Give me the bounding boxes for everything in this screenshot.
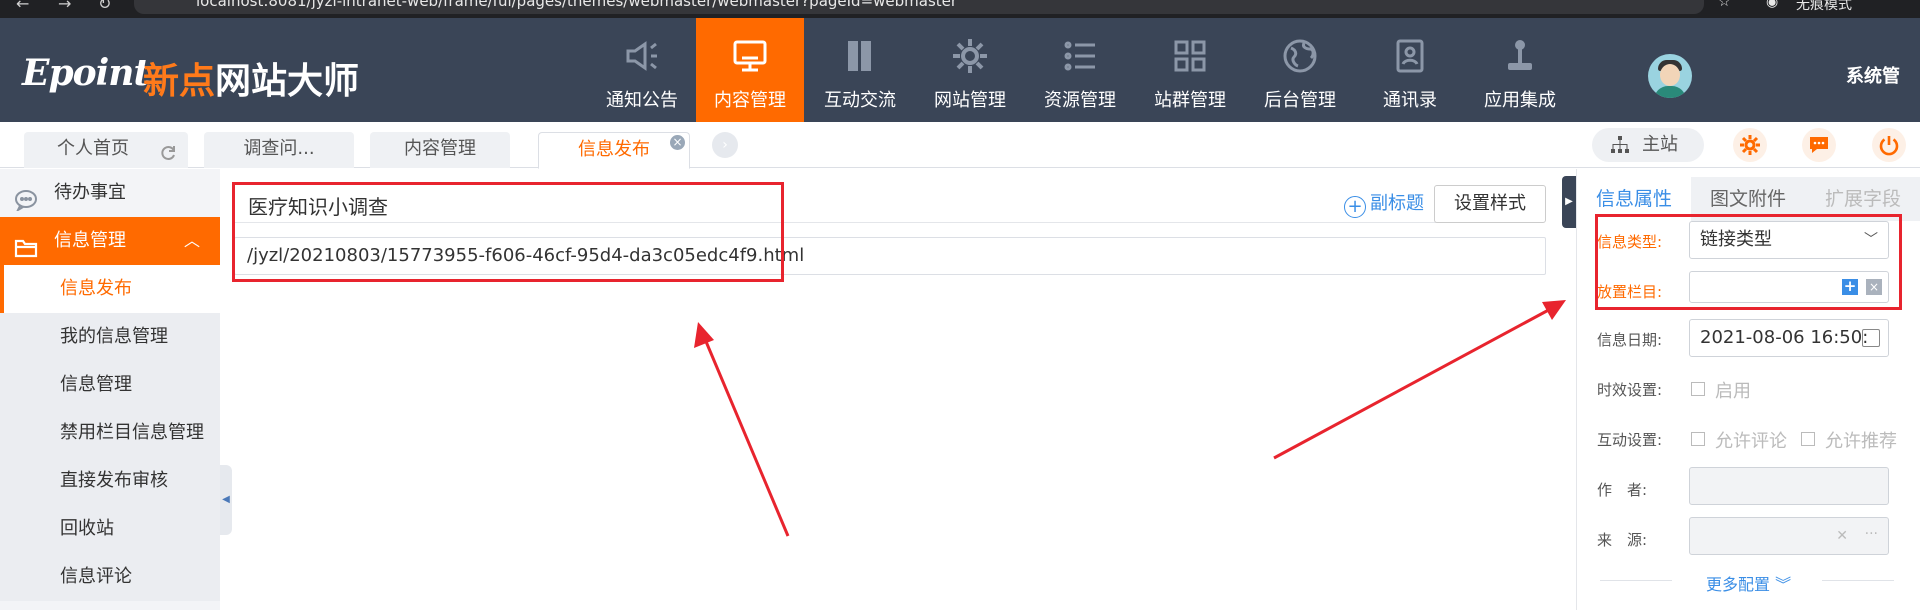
megaphone-icon <box>622 36 662 76</box>
sidebar-item-recycle-bin[interactable]: 回收站 <box>0 505 220 553</box>
editor-area: 医疗知识小调查 + 副标题 设置样式 /jyzl/20210803/1577395… <box>232 169 1562 610</box>
books-icon <box>840 36 880 76</box>
nav-content-management[interactable]: 内容管理 <box>696 18 804 122</box>
info-date-input[interactable]: 2021-08-06 16:50: <box>1689 319 1889 357</box>
bookmark-star-icon[interactable]: ☆ <box>1718 0 1731 10</box>
nav-app-integration[interactable]: 应用集成 <box>1466 18 1574 122</box>
nav-resource-management[interactable]: 资源管理 <box>1026 18 1134 122</box>
username[interactable]: 系统管 <box>1846 62 1900 88</box>
address-bar[interactable]: localhost:8081/jyzl-intranet-web/frame/f… <box>134 0 1704 14</box>
source-input[interactable]: ✕ ··· <box>1689 517 1889 555</box>
interaction-label: 互动设置: <box>1597 431 1663 449</box>
chevron-up-icon[interactable]: ︿ <box>184 217 200 265</box>
logo-cn: 新点网站大师 <box>143 61 360 102</box>
nav-notice[interactable]: 通知公告 <box>588 18 696 122</box>
sidebar-item-todo[interactable]: 待办事宜 <box>0 169 220 217</box>
annotation-highlight-title <box>232 182 784 282</box>
close-icon[interactable]: × <box>670 135 685 150</box>
folder-icon <box>14 230 38 258</box>
clear-icon[interactable]: ✕ <box>1836 518 1848 554</box>
settings-icon[interactable] <box>1733 128 1767 162</box>
sidebar-item-my-info[interactable]: 我的信息管理 <box>0 313 220 361</box>
sidebar: 待办事宜 信息管理 ︿ 信息发布 我的信息管理 信息管理 禁用栏目信息管理 直接… <box>0 169 220 610</box>
date-label: 信息日期: <box>1597 331 1663 349</box>
divider <box>1822 580 1894 581</box>
globe-icon <box>1280 36 1320 76</box>
chat-bubble-icon <box>14 182 38 213</box>
joystick-icon <box>1500 36 1540 76</box>
allow-comment-checkbox[interactable]: 允许评论 <box>1691 427 1787 453</box>
sidebar-group-info-management[interactable]: 信息管理 ︿ <box>0 217 220 265</box>
power-icon[interactable] <box>1872 128 1906 162</box>
logo-en: Epoint <box>22 52 150 94</box>
sidebar-item-info-management[interactable]: 信息管理 <box>0 361 220 409</box>
app-header: Epoint 新点网站大师 通知公告 内容管理 互动交流 网站管理 资源管理 站… <box>0 18 1920 122</box>
plus-circle-icon: + <box>1344 196 1366 218</box>
main-station-button[interactable]: 主站 <box>1592 128 1704 162</box>
info-properties-panel: 信息属性 图文附件 扩展字段 信息类型: 链接类型 ﹀ 放置栏目: + × 信息… <box>1576 169 1920 610</box>
monitor-icon <box>730 36 770 76</box>
browser-toolbar: ← → ↻ localhost:8081/jyzl-intranet-web/f… <box>0 0 1920 18</box>
validity-enable-checkbox[interactable]: 启用 <box>1691 377 1751 403</box>
user-avatar[interactable] <box>1648 54 1692 98</box>
sitemap-icon <box>1611 136 1629 153</box>
source-label: 来 源: <box>1597 531 1648 549</box>
contacts-icon <box>1390 36 1430 76</box>
sidebar-item-disabled-column-info[interactable]: 禁用栏目信息管理 <box>0 409 220 457</box>
gear-icon <box>950 36 990 76</box>
back-icon[interactable]: ← <box>16 0 29 13</box>
tab-survey[interactable]: 调查问... <box>204 132 354 168</box>
divider <box>1600 580 1672 581</box>
author-label: 作 者: <box>1597 481 1648 499</box>
more-icon[interactable]: ··· <box>1865 518 1878 552</box>
nav-site-management[interactable]: 网站管理 <box>916 18 1024 122</box>
incognito-icon: ◉ <box>1766 0 1779 10</box>
allow-recommend-checkbox[interactable]: 允许推荐 <box>1801 427 1897 453</box>
nav-site-group[interactable]: 站群管理 <box>1136 18 1244 122</box>
annotation-highlight-properties <box>1595 214 1902 310</box>
set-style-button[interactable]: 设置样式 <box>1434 185 1546 223</box>
chevron-right-icon[interactable]: › <box>712 132 738 158</box>
validity-label: 时效设置: <box>1597 381 1663 399</box>
refresh-icon[interactable] <box>158 141 178 161</box>
tab-personal-home[interactable]: 个人首页 <box>24 132 188 168</box>
nav-interaction[interactable]: 互动交流 <box>806 18 914 122</box>
message-icon[interactable] <box>1802 128 1836 162</box>
nav-contacts[interactable]: 通讯录 <box>1356 18 1464 122</box>
list-icon <box>1060 36 1100 76</box>
reload-icon[interactable]: ↻ <box>98 0 111 13</box>
more-config-link[interactable]: 更多配置 ︾ <box>1706 571 1791 595</box>
add-subtitle-button[interactable]: + 副标题 <box>1344 189 1424 218</box>
sidebar-collapse-handle[interactable]: ◀ <box>220 465 232 535</box>
calendar-icon[interactable] <box>1862 329 1880 347</box>
tab-content-management[interactable]: 内容管理 <box>370 132 510 168</box>
tab-info-publish[interactable]: 信息发布 × <box>538 132 690 169</box>
grid-icon <box>1170 36 1210 76</box>
profile-label[interactable]: 无痕模式 <box>1796 0 1852 14</box>
double-chevron-down-icon: ︾ <box>1775 575 1792 594</box>
sidebar-item-info-publish[interactable]: 信息发布 <box>0 265 220 313</box>
nav-backend[interactable]: 后台管理 <box>1246 18 1354 122</box>
right-panel-collapse-handle[interactable]: ▶ <box>1562 176 1576 228</box>
author-input[interactable] <box>1689 467 1889 505</box>
sidebar-item-info-comments[interactable]: 信息评论 <box>0 553 220 601</box>
sidebar-item-direct-publish-review[interactable]: 直接发布审核 <box>0 457 220 505</box>
forward-icon[interactable]: → <box>58 0 71 13</box>
